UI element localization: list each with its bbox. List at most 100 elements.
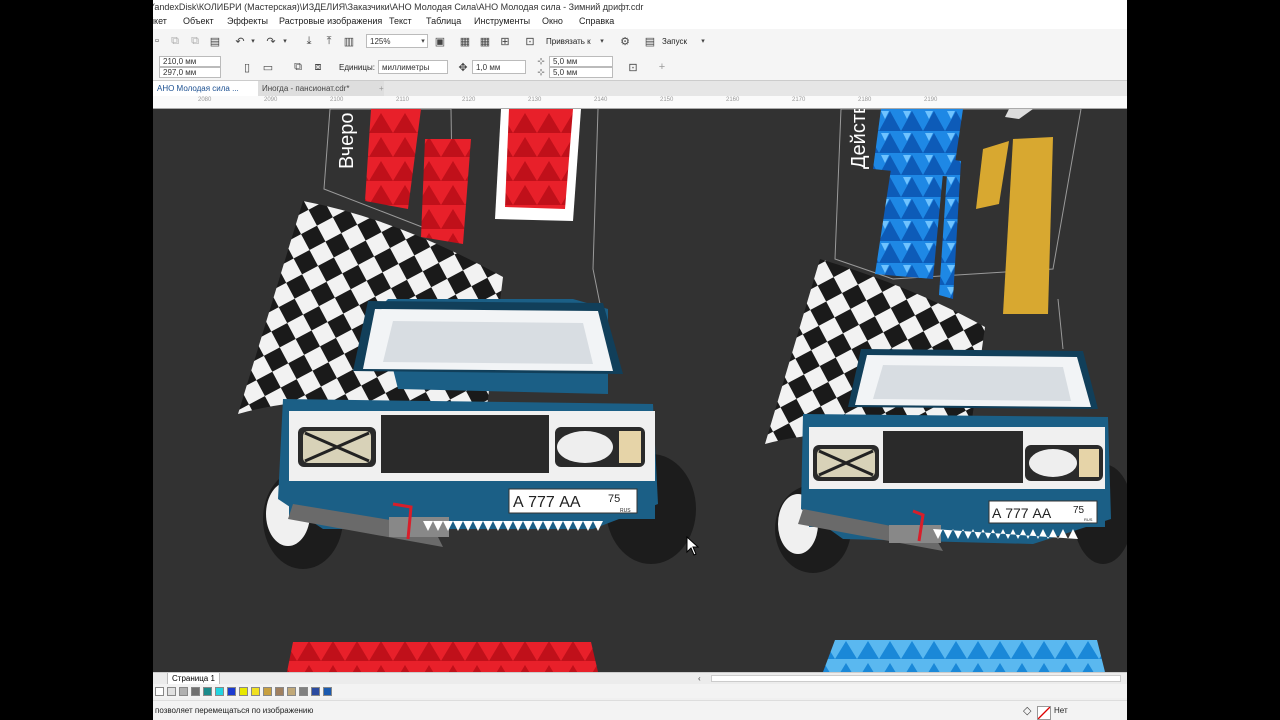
menu-item-bitmaps[interactable]: Растровые изображения [279,14,382,29]
page-width-field[interactable]: 210,0 мм [159,56,221,67]
application-launcher-icon[interactable]: ▤ [644,35,656,48]
artwork[interactable]: Вчеро А 777 АА 75 RUS Действ А 777 АА 75… [153,109,1127,672]
ruler-label: 2190 [924,97,938,103]
menu-item-table[interactable]: Таблица [426,14,461,29]
ruler-label: 2090 [264,97,278,103]
property-bar: 210,0 мм 297,0 мм ▯ ▭ ⧉ ⧈ Единицы: милли… [153,54,1127,81]
units-label: Единицы: [339,63,375,72]
publish-pdf-icon[interactable]: ▥ [343,35,355,48]
palette-swatch[interactable] [275,687,284,696]
ruler-label: 2100 [330,97,344,103]
chevron-down-icon[interactable]: ▾ [596,35,608,47]
palette-swatch[interactable] [299,687,308,696]
palette-swatch[interactable] [215,687,224,696]
right-license-plate-region: 75 [1073,505,1085,516]
ruler-label: 2120 [462,97,476,103]
menu-item-effects[interactable]: Эффекты [227,14,268,29]
palette-swatch[interactable] [191,687,200,696]
status-bar: позволяет перемещаться по изображению ◇ … [153,700,1127,720]
coreldraw-window: YandexDisk\КОЛИБРИ (Мастерская)\ИЗДЕЛИЯ\… [153,0,1127,720]
menu-item-tools[interactable]: Инструменты [474,14,530,29]
left-license-plate-region: 75 [608,493,620,505]
mouse-cursor-icon [686,535,700,556]
palette-swatch[interactable] [311,687,320,696]
palette-swatch[interactable] [251,687,260,696]
right-design[interactable]: Действ А 777 АА 75 RUS [765,109,1127,672]
left-license-plate-country: RUS [620,508,631,514]
ruler-label: 2180 [858,97,872,103]
palette-swatch[interactable] [179,687,188,696]
color-palette [153,684,1127,698]
tab-document-1[interactable]: АНО Молодая сила ... [153,81,261,96]
import-icon[interactable]: ⤓ [303,35,315,47]
duplicate-distance-y-field[interactable]: 5,0 мм [549,67,613,78]
page-height-field[interactable]: 297,0 мм [159,67,221,78]
menu-item-window[interactable]: Окно [542,14,563,29]
show-grid-icon[interactable]: ▦ [479,35,491,48]
show-guidelines-icon[interactable]: ⊞ [499,35,511,48]
chevron-down-icon[interactable]: ▾ [697,35,709,47]
copy-icon[interactable]: ⧉ [189,35,201,47]
palette-swatch[interactable] [227,687,236,696]
left-side-text: Вчеро [336,113,358,169]
undo-icon[interactable]: ↶ [234,35,246,48]
scroll-left-icon[interactable]: ‹ [698,673,701,684]
left-design[interactable]: Вчеро А 777 АА 75 RUS [238,109,696,672]
units-select[interactable]: миллиметры [378,60,448,74]
treat-as-filled-icon[interactable]: ⊡ [627,61,639,74]
ruler-label: 2160 [726,97,740,103]
ruler-label: 2110 [396,97,409,103]
palette-swatch[interactable] [155,687,164,696]
ruler-label: 2170 [792,97,806,103]
menu-item-layout[interactable]: йкет [153,14,167,29]
horizontal-ruler[interactable]: 2080 2090 2100 2110 2120 2130 2140 2150 … [153,96,1127,109]
horizontal-scrollbar[interactable] [711,675,1121,682]
duplicate-distance-x-field[interactable]: 5,0 мм [549,56,613,67]
left-license-plate-text: А 777 АА [513,494,581,511]
show-rulers-icon[interactable]: ▦ [459,35,471,48]
menu-item-text[interactable]: Текст [389,14,412,29]
add-tab-icon[interactable]: + [375,81,388,96]
no-fill-swatch[interactable] [1037,706,1051,720]
palette-swatch[interactable] [203,687,212,696]
paste-icon[interactable]: ▤ [209,35,221,48]
chevron-down-icon[interactable]: ▾ [247,35,259,47]
palette-swatch[interactable] [167,687,176,696]
save-icon[interactable]: ▫ [153,35,163,47]
landscape-icon[interactable]: ▭ [262,61,274,74]
palette-swatch[interactable] [287,687,296,696]
ruler-label: 2140 [594,97,608,103]
status-hint: позволяет перемещаться по изображению [155,706,314,715]
all-pages-icon[interactable]: ⧉ [292,61,304,73]
redo-icon[interactable]: ↷ [265,35,277,48]
launch-dropdown[interactable]: Запуск [662,36,687,48]
right-license-plate-country: RUS [1084,517,1093,522]
palette-swatch[interactable] [239,687,248,696]
menu-bar: йкет Объект Эффекты Растровые изображени… [153,14,1127,29]
add-icon[interactable]: + [656,61,668,73]
right-license-plate-text: А 777 АА [992,505,1052,521]
palette-swatch[interactable] [323,687,332,696]
menu-item-object[interactable]: Объект [183,14,214,29]
ruler-label: 2150 [660,97,674,103]
portrait-icon[interactable]: ▯ [241,61,253,74]
nudge-distance-field[interactable]: 1,0 мм [472,60,526,74]
chevron-down-icon[interactable]: ▾ [417,35,429,47]
fill-indicator-icon[interactable]: ◇ [1023,701,1031,720]
cut-icon[interactable]: ⧉ [169,35,181,47]
drawing-canvas[interactable]: Вчеро А 777 АА 75 RUS Действ А 777 АА 75… [153,109,1127,672]
options-gear-icon[interactable]: ⚙ [619,35,631,48]
current-page-icon[interactable]: ⧈ [312,61,324,73]
ruler-label: 2080 [198,97,212,103]
snap-icon[interactable]: ⊡ [524,35,536,48]
snap-to-dropdown[interactable]: Привязать к [546,36,591,48]
document-tabs: АНО Молодая сила ... Иногда - пансионат.… [153,81,1127,96]
full-screen-icon[interactable]: ▣ [434,35,446,48]
export-icon[interactable]: ⤒ [323,35,335,47]
nudge-distance-icon: ✥ [458,61,468,74]
tab-document-2[interactable]: Иногда - пансионат.cdr* [258,81,384,96]
menu-item-help[interactable]: Справка [579,14,614,29]
palette-swatch[interactable] [263,687,272,696]
chevron-down-icon[interactable]: ▾ [279,35,291,47]
fill-status-label: Нет [1054,706,1068,715]
